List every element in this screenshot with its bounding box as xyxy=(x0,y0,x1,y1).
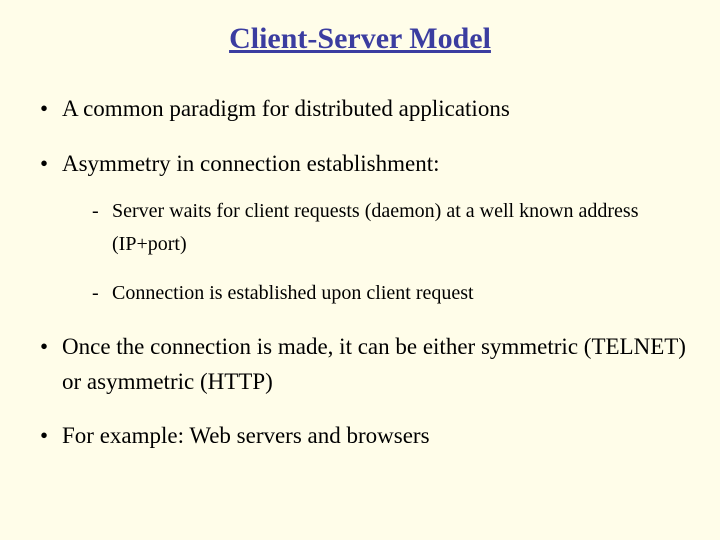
slide-title: Client-Server Model xyxy=(30,22,690,56)
bullet-text: Once the connection is made, it can be e… xyxy=(62,334,686,394)
bullet-item: Asymmetry in connection establishment: S… xyxy=(36,147,690,311)
bullet-item: A common paradigm for distributed applic… xyxy=(36,92,690,127)
sub-bullet-text: Server waits for client requests (daemon… xyxy=(112,200,639,255)
bullet-item: Once the connection is made, it can be e… xyxy=(36,330,690,399)
sub-bullet-text: Connection is established upon client re… xyxy=(112,282,474,304)
sub-bullet-item: Connection is established upon client re… xyxy=(90,277,690,310)
bullet-text: Asymmetry in connection establishment: xyxy=(62,151,440,176)
bullet-text: For example: Web servers and browsers xyxy=(62,423,430,448)
bullet-text: A common paradigm for distributed applic… xyxy=(62,96,510,121)
bullet-item: For example: Web servers and browsers xyxy=(36,419,690,454)
sub-bullet-list: Server waits for client requests (daemon… xyxy=(62,195,690,310)
sub-bullet-item: Server waits for client requests (daemon… xyxy=(90,195,690,261)
slide: Client-Server Model A common paradigm fo… xyxy=(0,0,720,540)
bullet-list: A common paradigm for distributed applic… xyxy=(30,92,690,454)
